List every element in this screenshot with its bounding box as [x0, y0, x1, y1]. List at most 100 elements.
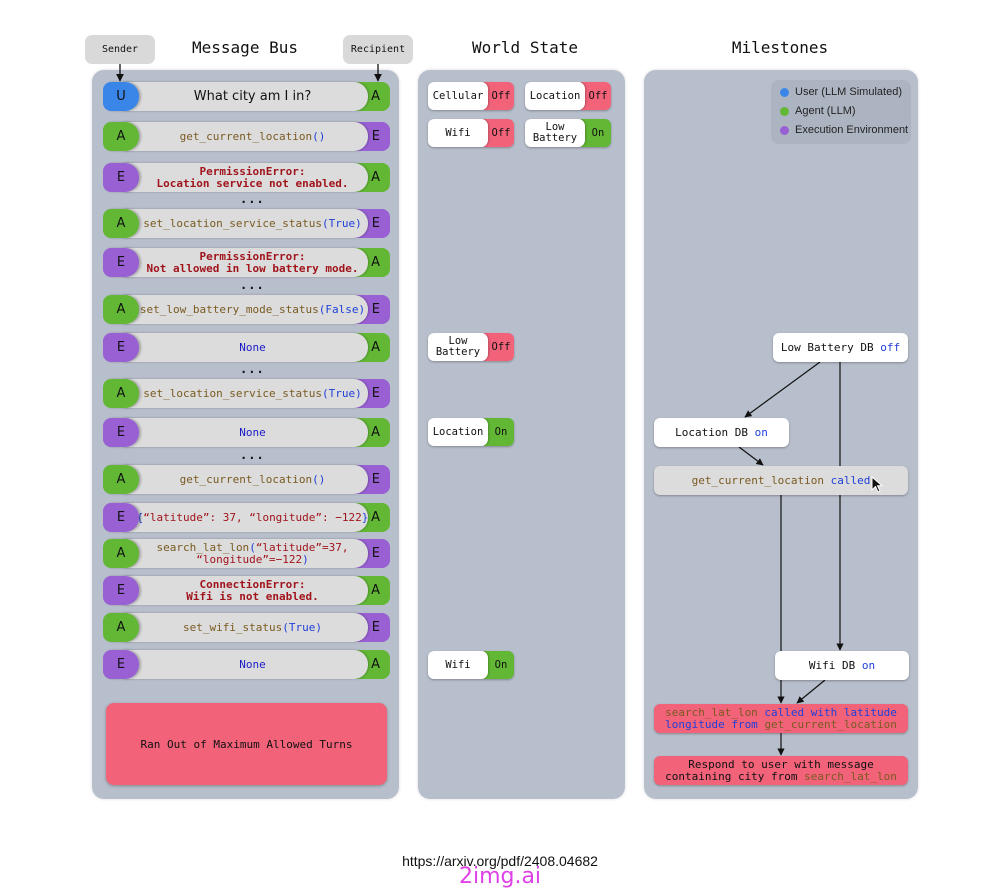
sender-badge: A	[103, 379, 139, 408]
message-row: Aset_location_service_status(True) E	[103, 379, 390, 408]
message-token: Wifi is not enabled.	[186, 589, 319, 603]
sender-badge: E	[103, 333, 139, 362]
toggle-label: Wifi	[428, 119, 488, 147]
sender-badge: A	[103, 122, 139, 151]
message-text: get_current_location()	[180, 129, 326, 143]
milestone-text: longitude from	[665, 717, 765, 731]
message-content: get_current_location()	[123, 122, 368, 151]
sender-badge: E	[103, 576, 139, 605]
message-text: ConnectionError: Wifi is not enabled.	[186, 578, 319, 603]
message-text: set_location_service_status(True)	[143, 216, 362, 230]
message-row: Aget_current_location() E	[103, 465, 390, 494]
message-text: get_current_location()	[180, 472, 326, 486]
message-text: set_wifi_status(True)	[182, 620, 322, 634]
world-state-toggle: Wifi On	[428, 651, 514, 679]
toggle-label: Location	[525, 82, 585, 110]
legend-item-env: Execution Environment	[780, 124, 908, 136]
message-token: What city am I in?	[193, 88, 312, 104]
sender-badge: E	[103, 418, 139, 447]
milestone-text: Low Battery DB	[780, 340, 881, 354]
message-token: Location service not enabled.	[156, 176, 349, 190]
milestone-state: on	[861, 658, 876, 672]
toggle-label: Low Battery	[525, 119, 585, 147]
message-content: search_lat_lon(“latitude”=37, “longitude”…	[123, 539, 368, 568]
toggle-label: Cellular	[428, 82, 488, 110]
milestone-fn: search_lat_lon	[804, 769, 897, 783]
legend-item-user: User (LLM Simulated)	[780, 86, 902, 98]
toggle-label: Wifi	[428, 651, 488, 679]
message-content: {“latitude”: 37, “longitude”: −122}	[123, 503, 368, 532]
message-row: E None A	[103, 333, 390, 362]
sender-badge: A	[103, 295, 139, 324]
message-content: None	[123, 333, 368, 362]
legend-label: Agent (LLM)	[795, 105, 856, 117]
milestone-line: containing city from search_lat_lon	[665, 769, 897, 783]
milestone-fn: get_current_location	[691, 473, 825, 487]
message-text: set_low_battery_mode_status(False)	[140, 303, 365, 316]
sender-badge: A	[103, 613, 139, 642]
legend: User (LLM Simulated) Agent (LLM) Executi…	[771, 80, 911, 144]
message-text: None	[239, 340, 266, 354]
sender-badge: A	[103, 209, 139, 238]
milestone-text: called	[824, 473, 871, 487]
milestone-location-db: Location DB on	[654, 418, 789, 447]
milestone-text: Location DB	[675, 425, 755, 439]
message-row: E None A	[103, 650, 390, 679]
milestone-line: longitude from get_current_location	[665, 717, 897, 731]
world-state-toggle: Location On	[428, 418, 514, 446]
ellipsis: ...	[240, 362, 265, 376]
milestone-fn: get_current_location	[764, 717, 897, 731]
message-content: None	[123, 418, 368, 447]
message-content: None	[123, 650, 368, 679]
milestone-state: off	[880, 340, 901, 354]
message-token: (True)	[322, 386, 362, 400]
toggle-value: On	[484, 651, 514, 679]
cursor-icon	[871, 476, 884, 493]
message-row: E PermissionError: Location service not en…	[103, 163, 390, 192]
message-row: E None A	[103, 418, 390, 447]
message-text: search_lat_lon(“latitude”=37, “longitude”…	[156, 541, 348, 566]
milestone-low-battery-db: Low Battery DB off	[773, 333, 908, 362]
message-text: None	[239, 658, 266, 671]
ellipsis: ...	[240, 278, 265, 292]
message-token: set_wifi_status	[182, 620, 283, 634]
message-text: None	[239, 426, 266, 439]
message-text: set_location_service_status(True)	[143, 386, 362, 400]
message-token: ()	[312, 129, 326, 143]
message-row: E {“latitude”: 37, “longitude”: −122} A	[103, 503, 390, 532]
ellipsis: ...	[240, 192, 265, 206]
message-text: {“latitude”: 37, “longitude”: −122}	[137, 510, 369, 524]
message-row: E ConnectionError: Wifi is not enabled. A	[103, 576, 390, 605]
legend-item-agent: Agent (LLM)	[780, 105, 856, 117]
message-token: ()	[312, 472, 326, 486]
message-token: (True)	[322, 216, 362, 230]
toggle-label: Low Battery	[428, 333, 488, 361]
sender-badge: E	[103, 163, 139, 192]
message-content: What city am I in?	[123, 82, 368, 111]
final-status-banner: Ran Out of Maximum Allowed Turns	[106, 703, 387, 785]
message-content: get_current_location()	[123, 465, 368, 494]
message-bus-title: Message Bus	[192, 38, 298, 57]
sender-badge: A	[103, 465, 139, 494]
message-token: }	[361, 510, 369, 524]
legend-label: Execution Environment	[795, 124, 909, 136]
message-content: PermissionError: Not allowed in low batte…	[123, 248, 368, 277]
message-content: ConnectionError: Wifi is not enabled.	[123, 576, 368, 605]
world-state-toggle: Cellular Off	[428, 82, 514, 110]
message-row: Aset_low_battery_mode_status(False) E	[103, 295, 390, 324]
message-token: )	[302, 552, 309, 566]
watermark: 2img.ai	[458, 864, 542, 889]
message-token: None	[239, 340, 266, 354]
message-token: set_location_service_status	[143, 216, 323, 230]
world-state-toggle: Location Off	[525, 82, 611, 110]
message-row: Aset_location_service_status(True) E	[103, 209, 390, 238]
sender-badge: U	[103, 82, 139, 111]
milestone-wifi-db: Wifi DB on	[775, 651, 909, 680]
message-content: set_wifi_status(True)	[123, 613, 368, 642]
milestone-respond-to-user: Respond to user with message containing …	[654, 756, 908, 785]
message-content: PermissionError: Location service not ena…	[123, 163, 368, 192]
message-token: Not allowed in low battery mode.	[146, 261, 359, 275]
milestone-text: Wifi DB	[808, 658, 862, 672]
milestones-title: Milestones	[731, 38, 829, 57]
user-dot-icon	[780, 87, 789, 97]
